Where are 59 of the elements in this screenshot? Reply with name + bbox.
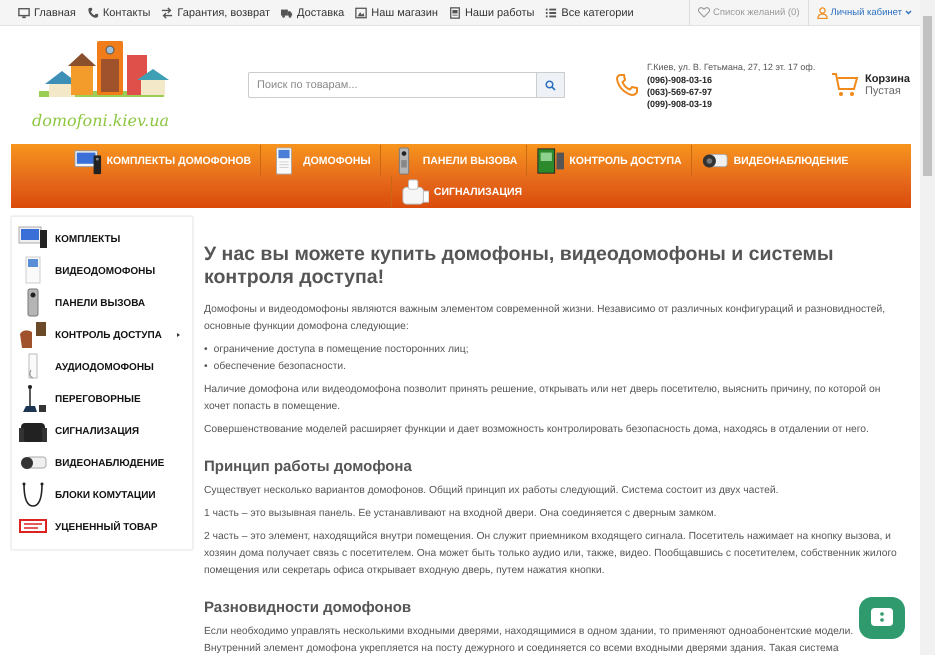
search-icon [545, 80, 556, 90]
search-button[interactable] [536, 72, 565, 98]
sidebar-item[interactable]: ПЕРЕГОВОРНЫЕ [12, 383, 192, 415]
phone-icon [615, 73, 639, 97]
page-title: У нас вы можете купить домофоны, видеодомофоны и системы контроля доступа! [204, 243, 835, 289]
paragraph: Домофоны и видеодомофоны являются важным элементом современной жизни. Независимо от различных конфигураций и разновидностей, основные функции домофона следующие: [204, 303, 886, 334]
document-icon [448, 6, 461, 18]
top-menu-link[interactable]: Контакты [86, 6, 150, 18]
phone-number: (063)-569-67-97 [647, 86, 714, 96]
paragraph: Наличие домофона или видеодомофона позволит принять решение, открывать или нет дверь посетителю, выяснить причину, по которой он хочет попасть в помещение. [204, 383, 882, 414]
swap-arrows-icon [161, 6, 174, 18]
chat-button[interactable] [859, 597, 905, 639]
top-menu-link[interactable]: Наш магазин [355, 6, 438, 18]
account-link[interactable]: Личный кабинет [808, 6, 920, 18]
search-field[interactable]: Поиск по товарам... [248, 72, 536, 98]
address-text: Г.Киев, ул. В. Гетьмана, 27, 12 эт. 17 оф. [647, 62, 816, 72]
access-reader-drawing [536, 146, 564, 174]
section-heading: Разновидности домофонов [204, 598, 412, 618]
bullet-mark: • [204, 343, 208, 357]
paragraph: Существует несколько вариантов домофонов. Общий принцип их работы следующий. Система состоит из двух частей. [204, 484, 780, 498]
paragraph: 1 часть – это вызывная панель. Ее устанавливают на входной двери. Она соединяется с дверным замком. [204, 507, 718, 521]
top-menu-link[interactable]: Наши работы [448, 6, 534, 18]
sidebar-item[interactable]: УЦЕНЕННЫЙ ТОВАР [12, 511, 192, 543]
section-heading: Принцип работы домофона [204, 457, 412, 477]
phone-icon [86, 6, 99, 18]
user-icon [816, 6, 828, 18]
heart-icon [698, 7, 710, 18]
list-icon [545, 6, 558, 18]
picture-icon [355, 6, 368, 18]
caret-icon [905, 10, 912, 15]
list-item: обеспечение безопасности. [214, 360, 346, 374]
sidebar-item[interactable]: КОНТРОЛЬ ДОСТУПА [12, 319, 192, 351]
sidebar-item[interactable]: АУДИОДОМОФОНЫ [12, 351, 192, 383]
cart-icon [831, 72, 859, 98]
sidebar-item[interactable]: БЛОКИ КОМУТАЦИИ [12, 479, 192, 511]
monitor-icon [18, 6, 30, 18]
list-item: ограничение доступа в помещение посторонних лиц; [214, 343, 469, 357]
cart-title: Корзина [865, 73, 910, 85]
cart-link[interactable]: Корзина Пустая [831, 72, 910, 98]
bullet-mark: • [204, 360, 208, 374]
main-nav-item[interactable]: СИГНАЛИЗАЦИЯ [390, 176, 532, 207]
sidebar-item[interactable]: ПАНЕЛИ ВЫЗОВА [12, 287, 192, 319]
hand-card-drawing [18, 320, 48, 350]
phone-number: (099)-908-03-19 [647, 98, 714, 108]
paragraph: Совершенствование моделей расширяет функции и дает возможность контролировать безопасность дома, находясь в отдалении от него. [204, 423, 870, 437]
scrollbar[interactable] [920, 0, 935, 655]
paragraph: Если необходимо управлять несколькими входными дверями, находящимися в одном здании, то применяют одноабонентские модели. Внутренний элемент домофона укрепляется на посту дежурного и соединяется со всеми входными дверями здания. Такая система [204, 625, 854, 655]
top-menu-link[interactable]: Гарантия, возврат [161, 6, 270, 18]
sidebar-item[interactable]: КОМПЛЕКТЫ [12, 223, 192, 255]
sidebar-item[interactable]: ВИДЕОНАБЛЮДЕНИЕ [12, 447, 192, 479]
top-menu-link[interactable]: Доставка [281, 6, 344, 18]
cart-status: Пустая [865, 85, 902, 97]
sidebar-item[interactable]: СИГНАЛИЗАЦИЯ [12, 415, 192, 447]
top-menu-link[interactable]: Главная [18, 6, 76, 18]
sidebar-item[interactable]: ВИДЕОДОМОФОНЫ [12, 255, 192, 287]
truck-icon [281, 6, 294, 18]
paragraph: 2 часть – это элемент, находящийся внутри помещения. Он служит приемником входящего сигнала. Посетитель нажимает на кнопку вызова, и хозяин дома получает связь с посетителем. Она может быть только аудио или, также, видео. Пообщавшись с посетителем, собственник жилого помещения или секретарь офиса открывает входную дверь, путем нажатия кнопки. [204, 530, 898, 578]
top-menu-link[interactable]: Все категории [545, 6, 634, 18]
phone-number: (096)-908-03-16 [647, 74, 714, 84]
